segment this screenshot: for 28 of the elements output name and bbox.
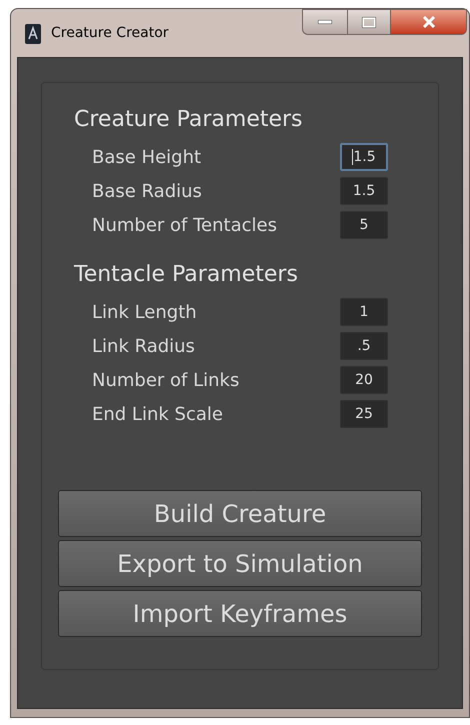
minimize-icon [318,20,332,24]
close-button[interactable] [391,9,467,35]
field-label: Number of Tentacles [92,214,277,238]
maximize-icon [362,16,376,28]
app-icon [25,24,41,44]
field-label: Base Height [92,146,202,170]
action-button[interactable]: Build Creature [58,490,422,537]
text-cursor [352,149,354,165]
number-field[interactable]: 20 [340,366,388,394]
section-heading: Tentacle Parameters [73,261,299,289]
maximize-button[interactable] [348,9,391,35]
field-label: End Link Scale [92,402,223,426]
field-label: Number of Links [92,368,240,392]
number-field[interactable]: 25 [340,400,388,428]
number-field[interactable]: .5 [340,332,388,360]
close-icon [422,16,436,28]
number-field[interactable]: 1.5 [340,177,388,205]
number-field[interactable]: 5 [340,211,388,239]
number-field[interactable]: 1 [340,298,388,326]
minimize-button[interactable] [302,9,348,35]
action-button[interactable]: Import Keyframes [58,590,422,637]
number-field[interactable]: 1.5 [340,143,388,171]
field-label: Link Length [92,300,197,324]
action-button[interactable]: Export to Simulation [58,540,422,587]
section-heading: Creature Parameters [73,106,304,134]
field-label: Base Radius [92,180,202,204]
field-label: Link Radius [92,334,195,358]
window-title: Creature Creator [51,24,169,43]
